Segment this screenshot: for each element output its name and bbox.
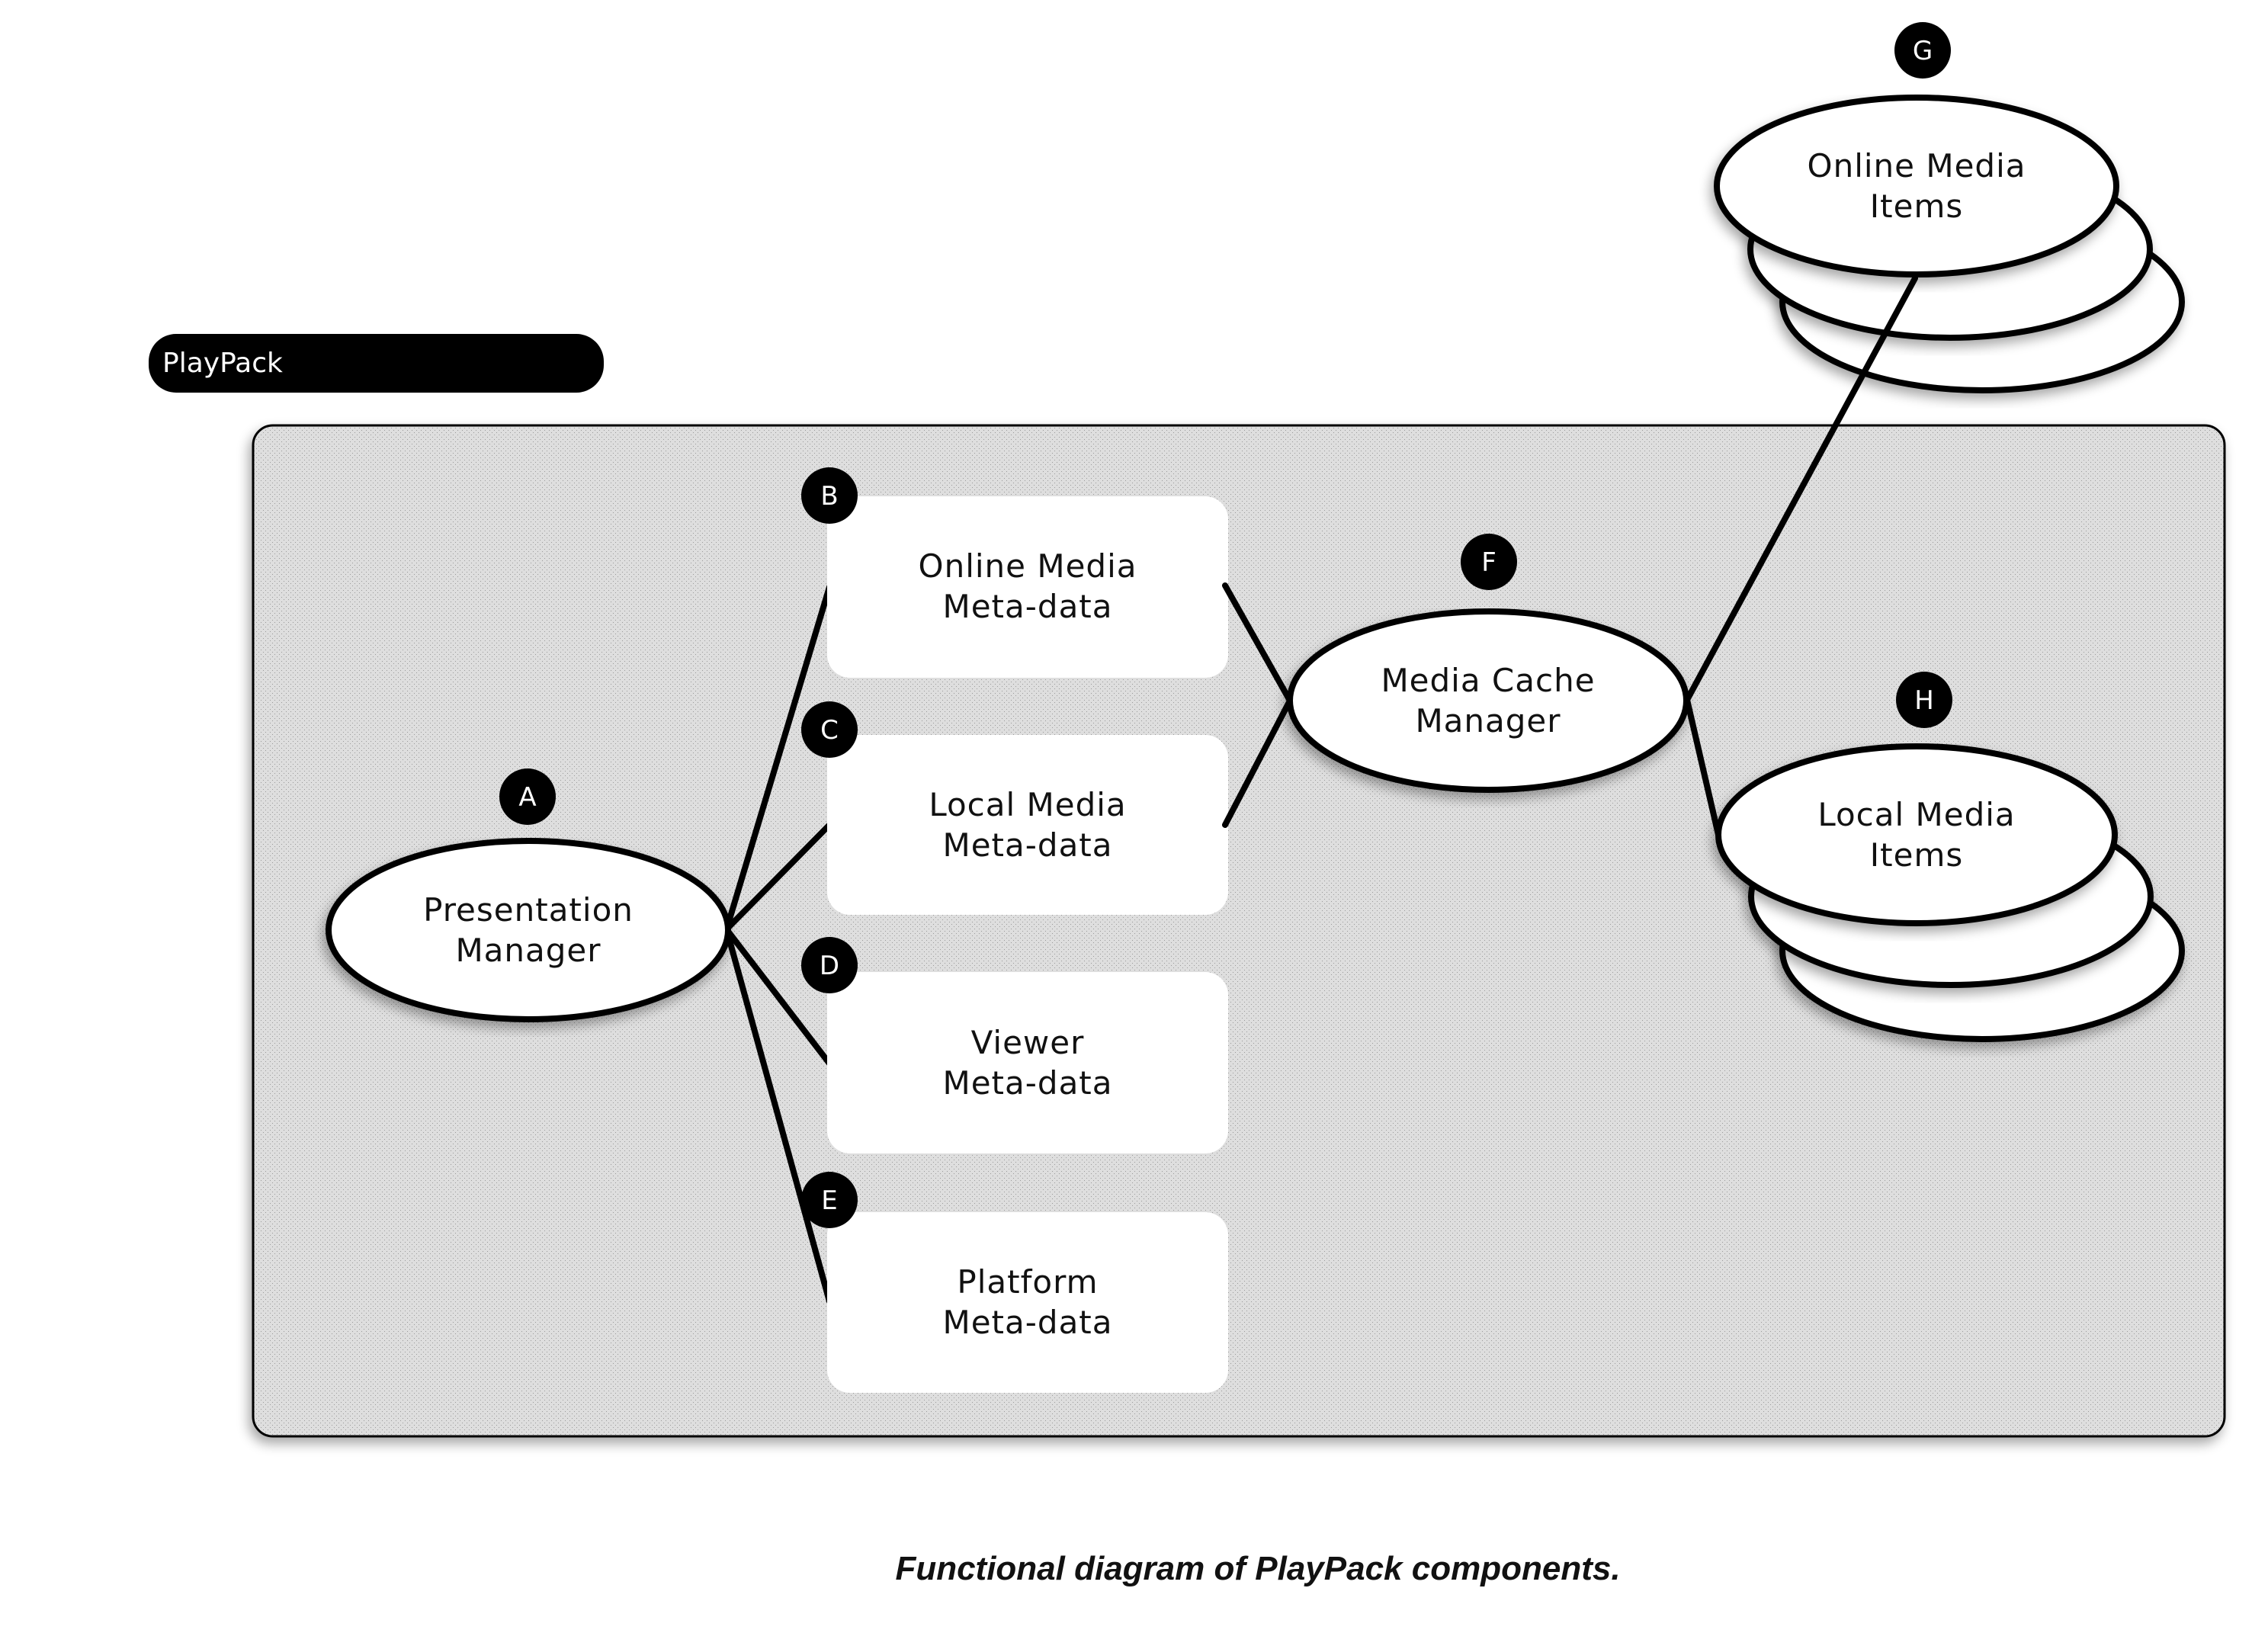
node-h-line1: Local Media: [1817, 796, 2015, 833]
node-d-line1: Viewer: [971, 1024, 1085, 1061]
node-c-line2: Meta-data: [942, 826, 1112, 864]
node-g-line2: Items: [1870, 188, 1964, 225]
node-c-line1: Local Media: [929, 786, 1126, 823]
badge-d: D: [801, 937, 858, 993]
node-a-line2: Manager: [455, 932, 601, 969]
local-media-metadata-box[interactable]: [827, 735, 1228, 915]
node-d-line2: Meta-data: [942, 1064, 1112, 1102]
badge-c: C: [801, 701, 858, 758]
media-cache-manager-ellipse[interactable]: [1287, 608, 1689, 793]
platform-metadata-box[interactable]: [827, 1212, 1228, 1393]
badge-f-letter: F: [1481, 547, 1496, 578]
node-f-line2: Manager: [1415, 702, 1561, 740]
badge-e-letter: E: [821, 1185, 837, 1216]
node-f[interactable]: Media Cache Manager: [1287, 608, 1689, 793]
playpack-label: PlayPack: [149, 334, 604, 393]
badge-h-letter: H: [1914, 685, 1934, 716]
badge-a: A: [499, 768, 556, 825]
online-media-items-ellipse[interactable]: [1714, 95, 2119, 278]
badge-e: E: [801, 1172, 858, 1228]
viewer-metadata-box[interactable]: [827, 972, 1228, 1153]
node-h-line2: Items: [1870, 836, 1964, 874]
online-media-metadata-box[interactable]: [827, 496, 1228, 678]
node-e-line1: Platform: [957, 1263, 1098, 1301]
badge-g: G: [1894, 22, 1951, 79]
node-f-line1: Media Cache: [1381, 662, 1595, 699]
node-b-line2: Meta-data: [942, 588, 1112, 625]
node-a-line1: Presentation: [423, 891, 634, 929]
badge-g-letter: G: [1913, 36, 1933, 66]
badge-f: F: [1461, 534, 1517, 590]
badge-b-letter: B: [820, 481, 838, 512]
label-text: PlayPack: [162, 348, 283, 379]
badge-h: H: [1896, 672, 1952, 728]
node-c[interactable]: Local Media Meta-data: [827, 735, 1228, 915]
node-e[interactable]: Platform Meta-data: [827, 1212, 1228, 1393]
node-e-line2: Meta-data: [942, 1304, 1112, 1341]
node-b-line1: Online Media: [919, 547, 1137, 585]
node-b[interactable]: Online Media Meta-data: [827, 496, 1228, 678]
badge-a-letter: A: [518, 782, 536, 813]
diagram-canvas: PlayPack Online Media Meta-data Local Me…: [149, 22, 2226, 1587]
presentation-manager-ellipse[interactable]: [326, 838, 731, 1022]
node-d[interactable]: Viewer Meta-data: [827, 972, 1228, 1153]
local-media-items-ellipse[interactable]: [1715, 743, 2118, 926]
node-g-line1: Online Media: [1808, 147, 2026, 184]
badge-b: B: [801, 467, 858, 524]
node-a[interactable]: Presentation Manager: [326, 838, 731, 1022]
badge-c-letter: C: [820, 715, 839, 746]
badge-d-letter: D: [820, 951, 839, 981]
figure-caption: Functional diagram of PlayPack component…: [895, 1550, 1620, 1587]
